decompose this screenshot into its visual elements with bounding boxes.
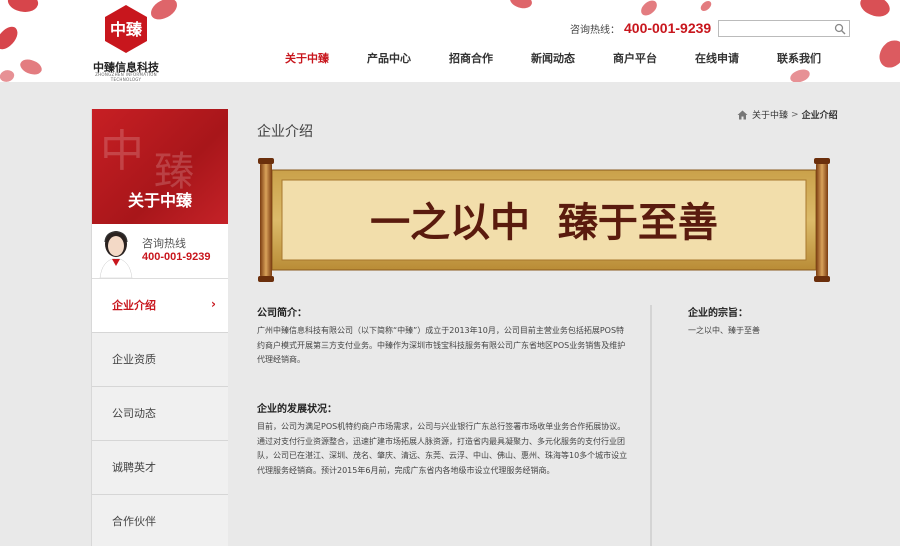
sidebar-item-partners[interactable]: 合作伙伴 <box>92 495 228 546</box>
hotline-label: 咨询热线： <box>570 25 620 36</box>
sidebar-item-label: 合作伙伴 <box>112 515 156 528</box>
nav-news[interactable]: 新闻动态 <box>512 50 594 68</box>
calligraphy-scroll-banner: 一之以中 臻于至善 <box>258 158 830 282</box>
sidebar-item-label: 公司动态 <box>112 407 156 420</box>
petal-decoration <box>0 23 23 53</box>
intro-body: 广州中臻信息科技有限公司（以下简称“中臻”）成立于2013年10月，公司目前主营… <box>257 326 626 364</box>
logo-subtitle: ZHONGZHEN INFORMATION TECHNOLOGY <box>95 72 157 82</box>
chevron-right-icon: › <box>211 297 216 311</box>
breadcrumb-current: 企业介绍 <box>801 111 838 121</box>
page-title: 企业介绍 <box>257 124 313 140</box>
breadcrumb-separator: > <box>791 109 799 120</box>
customer-service-avatar <box>99 231 133 278</box>
logo-mark: 中臻 <box>105 5 147 53</box>
petal-decoration <box>638 0 660 18</box>
site-header: 中臻 中臻信息科技 ZHONGZHEN INFORMATION TECHNOLO… <box>0 0 900 82</box>
sidebar-title: 关于中臻 <box>127 191 192 210</box>
column-divider <box>650 305 652 546</box>
logo[interactable]: 中臻 中臻信息科技 ZHONGZHEN INFORMATION TECHNOLO… <box>86 4 166 82</box>
breadcrumb-parent[interactable]: 关于中臻 <box>752 108 788 121</box>
sidebar-menu: 企业介绍 › 企业资质 公司动态 诚聘英才 合作伙伴 <box>92 279 228 546</box>
sidebar: 中 臻 关于中臻 咨询热线 400-001-9239 企业介绍 › 企业资质 公… <box>91 109 228 546</box>
petal-decoration <box>17 55 45 79</box>
hotline-number: 400-001-9239 <box>624 20 712 36</box>
sidebar-item-company-news[interactable]: 公司动态 <box>92 387 228 441</box>
sidebar-item-label: 企业介绍 <box>112 299 156 312</box>
home-icon[interactable] <box>737 110 748 120</box>
nav-products[interactable]: 产品中心 <box>348 50 430 68</box>
search-icon[interactable] <box>834 23 846 35</box>
aim-heading: 企业的宗旨： <box>688 308 748 319</box>
sidebar-item-company-intro[interactable]: 企业介绍 › <box>92 279 228 333</box>
sidebar-banner: 中 臻 关于中臻 <box>92 109 228 224</box>
section-company-intro: 公司简介： 广州中臻信息科技有限公司（以下简称“中臻”）成立于2013年10月，… <box>257 306 629 368</box>
nav-about[interactable]: 关于中臻 <box>266 50 348 68</box>
petal-decoration <box>857 0 893 23</box>
nav-online-apply[interactable]: 在线申请 <box>676 50 758 68</box>
development-heading: 企业的发展状况： <box>257 404 337 415</box>
scroll-calligraphy-text: 一之以中 臻于至善 <box>370 199 718 246</box>
header-hotline: 咨询热线： 400-001-9239 <box>570 20 711 40</box>
sidebar-item-qualifications[interactable]: 企业资质 <box>92 333 228 387</box>
sidebar-item-careers[interactable]: 诚聘英才 <box>92 441 228 495</box>
nav-partnership[interactable]: 招商合作 <box>430 50 512 68</box>
svg-text:中臻: 中臻 <box>110 20 143 39</box>
aim-body: 一之以中、臻于至善 <box>688 326 760 335</box>
sidebar-item-label: 诚聘英才 <box>112 461 156 474</box>
sidebar-item-label: 企业资质 <box>112 353 156 366</box>
contact-number: 400-001-9239 <box>142 251 211 263</box>
petal-decoration <box>877 38 900 70</box>
sidebar-contact: 咨询热线 400-001-9239 <box>92 224 228 279</box>
main-nav: 关于中臻 产品中心 招商合作 新闻动态 商户平台 在线申请 联系我们 <box>266 50 840 68</box>
section-aim: 企业的宗旨： 一之以中、臻于至善 <box>688 306 858 339</box>
petal-decoration <box>0 68 15 82</box>
petal-decoration <box>508 0 534 12</box>
contact-label: 咨询热线 <box>142 237 186 250</box>
intro-heading: 公司简介： <box>257 308 307 319</box>
petal-decoration <box>789 68 811 82</box>
petal-decoration <box>5 0 41 17</box>
nav-contact[interactable]: 联系我们 <box>758 50 840 68</box>
nav-merchant-platform[interactable]: 商户平台 <box>594 50 676 68</box>
development-body: 目前，公司为满足POS机特约商户市场需求，公司与兴业银行广东总行签署市场收单业务… <box>257 422 628 475</box>
search-input[interactable] <box>718 20 850 37</box>
banner-watermark: 中 <box>100 126 144 177</box>
petal-decoration <box>698 0 714 13</box>
breadcrumb: 关于中臻 > 企业介绍 <box>737 108 838 121</box>
section-development: 企业的发展状况： 目前，公司为满足POS机特约商户市场需求，公司与兴业银行广东总… <box>257 402 629 478</box>
